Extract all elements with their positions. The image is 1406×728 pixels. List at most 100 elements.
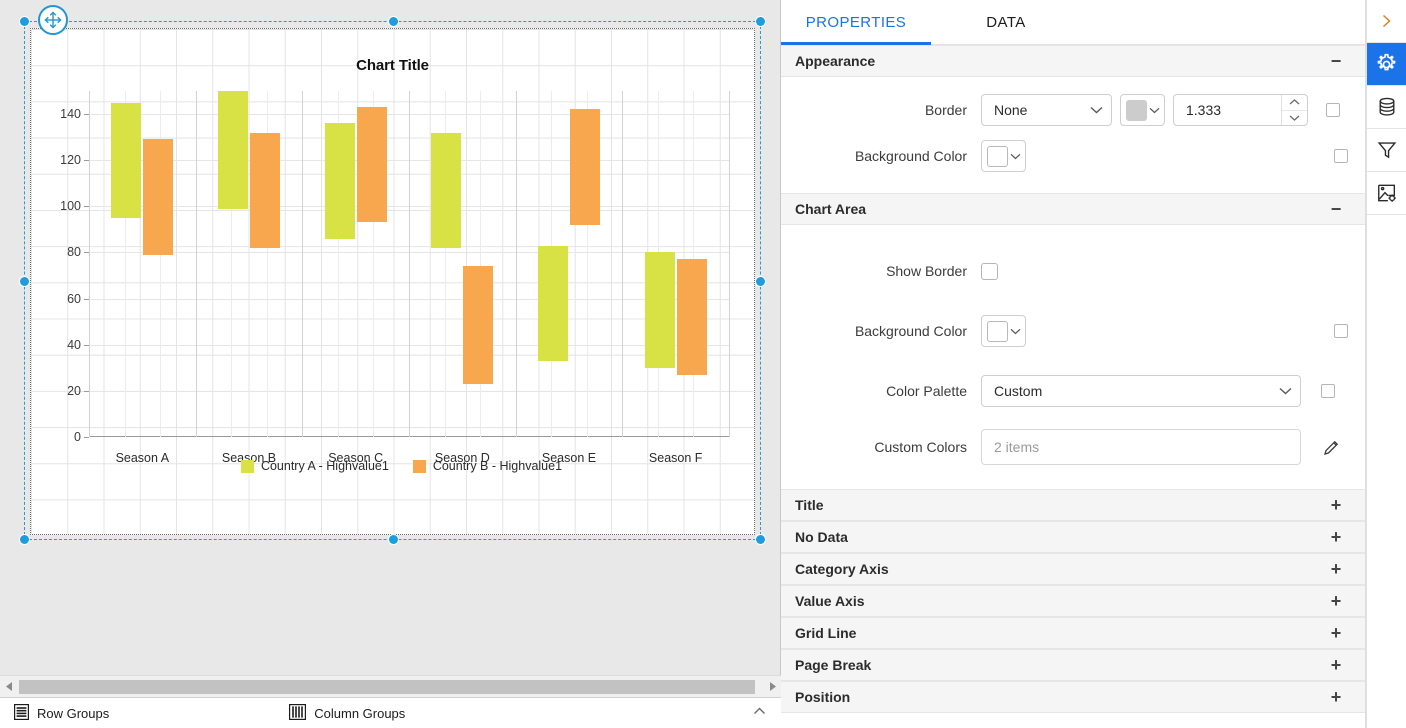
chart-area-background-expression-checkbox[interactable] xyxy=(1334,324,1348,338)
plus-icon[interactable]: + xyxy=(1329,496,1343,514)
section-header-no-data[interactable]: No Data + xyxy=(781,521,1365,553)
panel-main: PROPERTIES DATA Appearance − Border None xyxy=(781,0,1366,728)
section-title-chart-area: Chart Area xyxy=(795,201,867,217)
panel-tabs[interactable]: PROPERTIES DATA xyxy=(781,0,1365,45)
section-header-appearance[interactable]: Appearance − xyxy=(781,45,1365,77)
section-header-grid-line[interactable]: Grid Line + xyxy=(781,617,1365,649)
section-header-value-axis[interactable]: Value Axis + xyxy=(781,585,1365,617)
chevron-down-icon xyxy=(1090,106,1103,114)
color-palette-expression-checkbox[interactable] xyxy=(1321,384,1335,398)
background-color-picker[interactable] xyxy=(981,140,1026,172)
group-panel-statusbar: Row Groups Column Groups xyxy=(0,697,781,728)
chevron-down-icon xyxy=(1279,387,1292,395)
tab-data[interactable]: DATA xyxy=(931,0,1081,44)
rail-empty-space xyxy=(1367,215,1406,728)
resize-handle-bottom-right[interactable] xyxy=(756,535,765,544)
section-content-appearance: Border None 1.333 Background Color xyxy=(781,77,1365,193)
chevron-down-icon xyxy=(1010,328,1021,335)
border-style-value: None xyxy=(994,102,1028,118)
chart-area-background-color-swatch xyxy=(987,320,1008,342)
column-groups-button[interactable]: Column Groups xyxy=(289,703,406,723)
label-show-border: Show Border xyxy=(886,263,967,279)
label-chart-area-background-color: Background Color xyxy=(854,323,967,339)
move-4-arrows-icon[interactable] xyxy=(38,5,68,35)
minus-icon[interactable]: − xyxy=(1329,200,1343,218)
triangle-left-icon[interactable] xyxy=(0,677,18,697)
resize-handle-bottom-center[interactable] xyxy=(389,535,398,544)
label-border: Border xyxy=(924,102,967,118)
border-width-input[interactable]: 1.333 xyxy=(1173,94,1308,126)
border-width-value: 1.333 xyxy=(1186,102,1222,118)
resize-handle-middle-right[interactable] xyxy=(756,277,765,286)
plus-icon[interactable]: + xyxy=(1329,592,1343,610)
panel-body[interactable]: Appearance − Border None 1.333 Backgroun… xyxy=(781,45,1365,728)
chevron-down-icon[interactable] xyxy=(1282,109,1307,126)
color-palette-select[interactable]: Custom xyxy=(981,375,1301,407)
border-color-picker[interactable] xyxy=(1120,94,1165,126)
section-title: Grid Line xyxy=(795,625,857,641)
row-groups-button[interactable]: Row Groups xyxy=(14,703,109,723)
plus-icon[interactable]: + xyxy=(1329,624,1343,642)
rows-icon xyxy=(14,703,30,723)
field-background-color: Background Color xyxy=(781,133,1348,179)
gear-icon[interactable] xyxy=(1367,43,1406,86)
section-title: Category Axis xyxy=(795,561,889,577)
image-settings-icon[interactable] xyxy=(1367,172,1406,215)
panel-icon-rail xyxy=(1366,0,1406,728)
plus-icon[interactable]: + xyxy=(1329,560,1343,578)
field-custom-colors: Custom Colors 2 items xyxy=(781,419,1343,475)
section-header-position[interactable]: Position + xyxy=(781,681,1365,713)
funnel-icon[interactable] xyxy=(1367,129,1406,172)
scrollbar-track[interactable] xyxy=(19,679,762,694)
custom-colors-placeholder: 2 items xyxy=(994,439,1040,455)
plus-icon[interactable]: + xyxy=(1329,688,1343,706)
label-color-palette: Color Palette xyxy=(886,383,967,399)
chevron-right-icon[interactable] xyxy=(1367,0,1406,43)
database-icon[interactable] xyxy=(1367,86,1406,129)
section-title: No Data xyxy=(795,529,848,545)
chart-area-background-color-picker[interactable] xyxy=(981,315,1026,347)
triangle-right-icon[interactable] xyxy=(763,677,781,697)
canvas-horizontal-scrollbar[interactable] xyxy=(0,675,781,697)
chevron-down-icon xyxy=(1149,107,1160,114)
pencil-icon[interactable] xyxy=(1323,439,1340,456)
section-header-chart-area[interactable]: Chart Area − xyxy=(781,193,1365,225)
section-title-appearance: Appearance xyxy=(795,53,876,69)
section-header-page-break[interactable]: Page Break + xyxy=(781,649,1365,681)
resize-handle-top-center[interactable] xyxy=(389,17,398,26)
section-title: Page Break xyxy=(795,657,872,673)
resize-handle-middle-left[interactable] xyxy=(20,277,29,286)
chevron-double-up-icon[interactable] xyxy=(752,704,767,723)
section-content-chart-area: Show Border Background Color Color Palet… xyxy=(781,225,1365,489)
plus-icon[interactable]: + xyxy=(1329,656,1343,674)
selection-frame xyxy=(20,17,765,544)
section-title: Value Axis xyxy=(795,593,865,609)
border-width-stepper[interactable] xyxy=(1281,95,1307,125)
background-color-expression-checkbox[interactable] xyxy=(1334,149,1348,163)
plus-icon[interactable]: + xyxy=(1329,528,1343,546)
chevron-up-icon[interactable] xyxy=(1282,95,1307,110)
border-expression-checkbox[interactable] xyxy=(1326,103,1340,117)
label-background-color: Background Color xyxy=(854,148,967,164)
chevron-down-icon xyxy=(1010,153,1021,160)
section-title: Title xyxy=(795,497,824,513)
show-border-checkbox[interactable] xyxy=(981,262,998,280)
field-chart-area-background-color: Background Color xyxy=(781,299,1348,363)
minus-icon[interactable]: − xyxy=(1329,52,1343,70)
resize-handle-bottom-left[interactable] xyxy=(20,535,29,544)
field-show-border: Show Border xyxy=(781,243,1343,299)
section-header-category-axis[interactable]: Category Axis + xyxy=(781,553,1365,585)
report-designer-window: Chart Title 0 20 40 60 80 100 120 140 Season A Se… xyxy=(0,0,1406,728)
border-style-select[interactable]: None xyxy=(981,94,1112,126)
column-groups-label: Column Groups xyxy=(314,705,406,721)
tab-properties[interactable]: PROPERTIES xyxy=(781,0,931,45)
section-header-title[interactable]: Title + xyxy=(781,489,1365,521)
section-title: Position xyxy=(795,689,851,705)
canvas-scroll-area[interactable]: Chart Title 0 20 40 60 80 100 120 140 Season A Se… xyxy=(0,0,781,672)
columns-icon xyxy=(289,703,307,723)
scrollbar-thumb[interactable] xyxy=(19,679,755,694)
design-canvas[interactable]: Chart Title 0 20 40 60 80 100 120 140 Season A Se… xyxy=(0,0,781,728)
custom-colors-input[interactable]: 2 items xyxy=(981,429,1301,465)
resize-handle-top-right[interactable] xyxy=(756,17,765,26)
resize-handle-top-left[interactable] xyxy=(20,17,29,26)
